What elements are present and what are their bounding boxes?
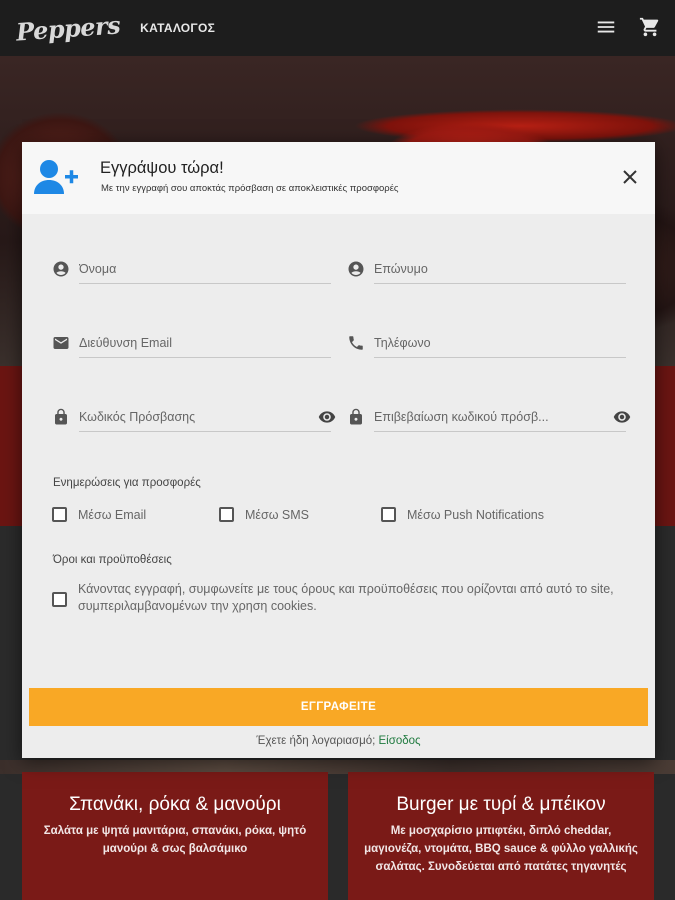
- product-description: Σαλάτα με ψητά μανιτάρια, σπανάκι, ρόκα,…: [43, 825, 307, 855]
- terms-checkbox[interactable]: [52, 592, 78, 607]
- offer-push-checkbox[interactable]: Μέσω Push Notifications: [381, 507, 544, 522]
- lock-icon: [347, 408, 365, 426]
- modal-header: Εγγράψου τώρα! Με την εγγραφή σου αποκτά…: [22, 142, 655, 214]
- product-title: Burger με τυρί & μπέικον: [396, 794, 606, 815]
- password-input[interactable]: [79, 402, 331, 432]
- modal-subtitle: Με την εγγραφή σου αποκτάς πρόσβαση σε α…: [101, 183, 399, 194]
- product-card[interactable]: Burger με τυρί & μπέικον Με μοσχαρίσιο μ…: [348, 772, 654, 900]
- add-user-icon: [34, 158, 80, 196]
- product-card[interactable]: Σπανάκι, ρόκα & μανούρι Σαλάτα με ψητά μ…: [22, 772, 328, 900]
- phone-input[interactable]: [374, 328, 626, 358]
- password-confirm-input[interactable]: [374, 402, 626, 432]
- site-logo[interactable]: Peppers: [15, 10, 121, 46]
- last-name-input[interactable]: [374, 254, 626, 284]
- mail-icon: [52, 334, 70, 352]
- offer-email-checkbox[interactable]: Μέσω Email: [52, 507, 146, 522]
- phone-field: [347, 328, 626, 362]
- login-prompt: Έχετε ήδη λογαριασμό; Είσοδος: [22, 735, 655, 747]
- person-icon: [52, 260, 70, 278]
- top-navbar: Peppers ΚΑΤΑΛΟΓΟΣ: [0, 0, 675, 56]
- nav-catalog-link[interactable]: ΚΑΤΑΛΟΓΟΣ: [140, 21, 215, 35]
- checkbox-label: Μέσω SMS: [245, 507, 310, 522]
- first-name-input[interactable]: [79, 254, 331, 284]
- password-field: [52, 402, 336, 436]
- checkbox-box[interactable]: [381, 507, 396, 522]
- person-icon: [347, 260, 365, 278]
- checkbox-label: Μέσω Email: [78, 507, 147, 522]
- product-title: Σπανάκι, ρόκα & μανούρι: [69, 794, 281, 815]
- last-name-field: [347, 254, 626, 288]
- offers-section-label: Ενημερώσεις για προσφορές: [53, 477, 201, 489]
- lock-icon: [52, 408, 70, 426]
- first-name-field: [52, 254, 331, 288]
- signup-modal: Εγγράψου τώρα! Με την εγγραφή σου αποκτά…: [22, 142, 655, 758]
- login-link[interactable]: Είσοδος: [379, 735, 421, 747]
- email-input[interactable]: [79, 328, 331, 358]
- offer-sms-checkbox[interactable]: Μέσω SMS: [219, 507, 309, 522]
- email-field: [52, 328, 331, 362]
- register-button[interactable]: ΕΓΓΡΑΦΕΙΤΕ: [29, 688, 648, 726]
- checkbox-label: Μέσω Push Notifications: [407, 507, 544, 522]
- terms-text: Κάνοντας εγγραφή, συμφωνείτε με τους όρο…: [78, 582, 614, 613]
- cart-icon[interactable]: [639, 16, 661, 38]
- phone-icon: [347, 334, 365, 352]
- close-icon[interactable]: [621, 168, 639, 186]
- show-password-icon[interactable]: [317, 408, 337, 426]
- password-confirm-field: [347, 402, 631, 436]
- login-prompt-text: Έχετε ήδη λογαριασμό;: [256, 735, 376, 747]
- show-password-icon[interactable]: [612, 408, 632, 426]
- product-description: Με μοσχαρίσιο μπιφτέκι, διπλό cheddar, μ…: [364, 825, 638, 873]
- menu-icon[interactable]: [595, 16, 617, 38]
- checkbox-box[interactable]: [219, 507, 234, 522]
- checkbox-box[interactable]: [52, 507, 67, 522]
- modal-title: Εγγράψου τώρα!: [100, 159, 224, 177]
- terms-section-label: Όροι και προϋποθέσεις: [53, 554, 172, 566]
- checkbox-box[interactable]: [52, 592, 67, 607]
